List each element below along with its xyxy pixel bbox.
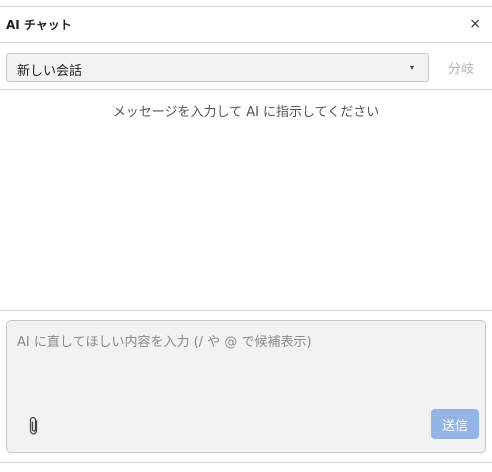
branch-button[interactable]: 分岐 [448, 58, 474, 77]
chevron-down-icon: ▾ [409, 63, 414, 72]
composer: 送信 [6, 320, 486, 453]
title-bar: AI チャット × [0, 7, 492, 43]
send-button[interactable]: 送信 [431, 409, 479, 439]
bottom-divider [0, 462, 492, 463]
ai-chat-panel: AI チャット × 新しい会話 ▾ 分岐 メッセージを入力して AI に指示して… [0, 0, 492, 472]
conversation-toolbar: 新しい会話 ▾ 分岐 [0, 44, 492, 90]
conversation-select-value: 新しい会話 [17, 64, 83, 79]
message-list: メッセージを入力して AI に指示してください [0, 91, 492, 311]
paperclip-icon[interactable] [25, 415, 43, 437]
message-input[interactable] [7, 321, 485, 401]
empty-state-hint: メッセージを入力して AI に指示してください [112, 105, 380, 120]
conversation-select[interactable]: 新しい会話 ▾ [6, 53, 429, 82]
close-button[interactable]: × [469, 15, 481, 33]
panel-title: AI チャット [6, 18, 72, 32]
